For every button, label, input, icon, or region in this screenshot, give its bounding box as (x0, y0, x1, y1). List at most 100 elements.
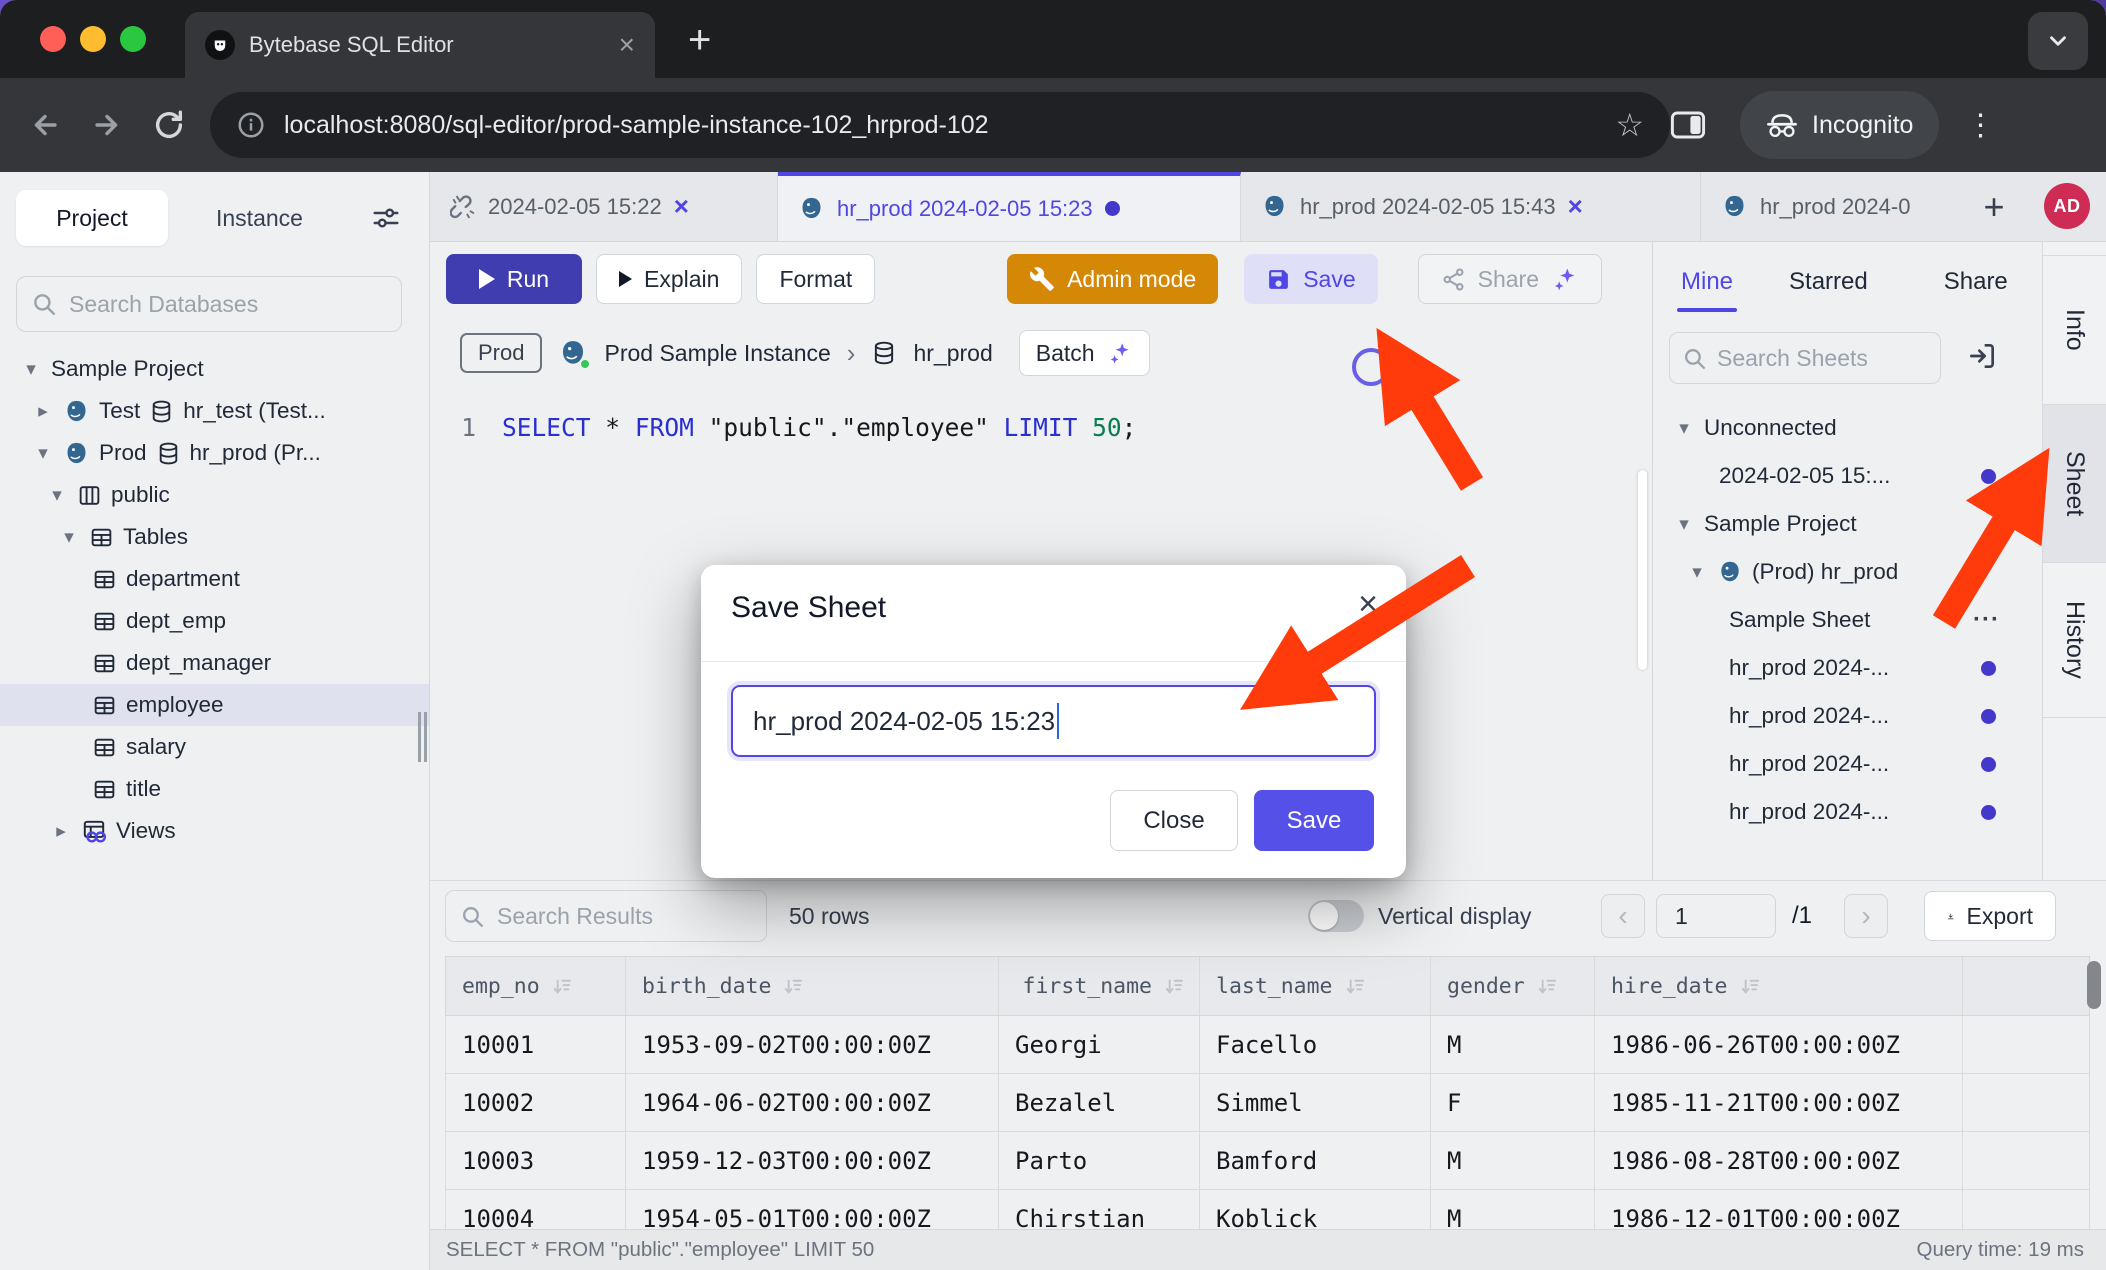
admin-mode-button[interactable]: Admin mode (1007, 254, 1218, 304)
import-sheet-icon[interactable] (1966, 340, 1998, 372)
ai-assistant-button[interactable] (1352, 348, 1390, 386)
sheet-item[interactable]: Sample Sheet ··· (1653, 596, 2042, 644)
tree-item-table-department[interactable]: department (0, 558, 429, 600)
tree-item-project[interactable]: ▾ Sample Project (0, 348, 429, 390)
dialog-close-icon[interactable]: × (1358, 587, 1378, 621)
browser-tab[interactable]: Bytebase SQL Editor × (185, 12, 655, 78)
prev-page-button[interactable]: ‹ (1601, 894, 1645, 938)
back-icon[interactable] (28, 108, 62, 142)
save-button[interactable]: Save (1244, 254, 1377, 304)
environment-badge[interactable]: Prod (460, 333, 542, 373)
tab-project[interactable]: Project (16, 190, 168, 246)
sheet-tab-4[interactable]: hr_prod 2024-0 (1701, 172, 1966, 241)
sheet-item[interactable]: hr_prod 2024-... (1653, 692, 2042, 740)
bookmark-star-icon[interactable]: ☆ (1615, 106, 1644, 144)
explain-button[interactable]: Explain (596, 254, 742, 304)
tree-item-table-dept-manager[interactable]: dept_manager (0, 642, 429, 684)
share-button[interactable]: Share (1418, 254, 1602, 304)
sort-icon[interactable] (1535, 975, 1558, 998)
browser-menu-icon[interactable]: ⋮ (1965, 108, 1995, 143)
run-button[interactable]: Run (446, 254, 582, 304)
close-window-button[interactable] (40, 26, 66, 52)
next-page-button[interactable]: › (1844, 894, 1888, 938)
site-info-icon[interactable] (236, 110, 266, 140)
format-button[interactable]: Format (756, 254, 875, 304)
sheet-connection[interactable]: ▾ (Prod) hr_prod (1653, 548, 2042, 596)
tree-item-hr-test[interactable]: ▸ Test hr_test (Test... (0, 390, 429, 432)
sheet-tab-3[interactable]: hr_prod 2024-02-05 15:43 × (1241, 172, 1701, 241)
caret-right-icon[interactable]: ▸ (32, 400, 54, 423)
dialog-close-button[interactable]: Close (1110, 790, 1238, 851)
tab-share[interactable]: Share (1944, 268, 2008, 296)
sheet-group-unconnected[interactable]: ▾ Unconnected (1653, 404, 2042, 452)
page-number-input[interactable]: 1 (1656, 894, 1776, 938)
caret-down-icon[interactable]: ▾ (20, 358, 42, 381)
sidebar-resize-handle[interactable] (418, 712, 428, 762)
filter-settings-icon[interactable] (371, 203, 401, 233)
sheet-group-project[interactable]: ▾ Sample Project (1653, 500, 2042, 548)
column-header[interactable]: last_name (1200, 957, 1431, 1015)
rail-tab-history[interactable]: History (2043, 563, 2106, 718)
sheet-item[interactable]: hr_prod 2024-... (1653, 644, 2042, 692)
database-name[interactable]: hr_prod (913, 340, 992, 367)
instance-name[interactable]: Prod Sample Instance (604, 340, 830, 367)
side-panel-icon[interactable] (1670, 110, 1706, 140)
column-header[interactable]: birth_date (626, 957, 999, 1015)
new-tab-button[interactable]: + (688, 20, 711, 60)
tree-item-views[interactable]: ▸ Views (0, 810, 429, 852)
column-header[interactable]: emp_no (446, 957, 626, 1015)
address-bar[interactable]: localhost:8080/sql-editor/prod-sample-in… (210, 92, 1670, 158)
column-header[interactable]: hire_date (1595, 957, 1963, 1015)
close-sheet-icon[interactable]: × (1568, 191, 1583, 222)
minimize-window-button[interactable] (80, 26, 106, 52)
reload-icon[interactable] (152, 108, 186, 142)
column-header[interactable]: first_name (999, 957, 1200, 1015)
sheet-tab-2-active[interactable]: hr_prod 2024-02-05 15:23 (778, 172, 1241, 241)
sort-icon[interactable] (1738, 975, 1761, 998)
tree-item-table-employee[interactable]: employee (0, 684, 429, 726)
tab-search-button[interactable] (2028, 12, 2088, 70)
sort-icon[interactable] (550, 975, 573, 998)
user-avatar[interactable]: AD (2044, 183, 2090, 229)
caret-down-icon[interactable]: ▾ (1673, 513, 1695, 536)
caret-down-icon[interactable]: ▾ (46, 484, 68, 507)
sheet-item[interactable]: hr_prod 2024-... (1653, 740, 2042, 788)
close-sheet-icon[interactable]: × (674, 191, 689, 222)
search-databases-input[interactable]: Search Databases (16, 276, 402, 332)
search-results-input[interactable]: Search Results (445, 890, 767, 942)
caret-down-icon[interactable]: ▾ (1673, 417, 1695, 440)
search-sheets-input[interactable]: Search Sheets (1669, 332, 1941, 384)
tree-item-hr-prod[interactable]: ▾ Prod hr_prod (Pr... (0, 432, 429, 474)
rail-tab-sheet[interactable]: Sheet (2043, 405, 2106, 563)
sort-icon[interactable] (781, 975, 804, 998)
sort-icon[interactable] (1343, 975, 1366, 998)
more-menu-icon[interactable]: ··· (1973, 606, 2000, 634)
vertical-display-toggle[interactable] (1308, 900, 1364, 932)
zoom-window-button[interactable] (120, 26, 146, 52)
panel-resize-handle[interactable] (1638, 470, 1647, 670)
caret-right-icon[interactable]: ▸ (50, 820, 72, 843)
batch-button[interactable]: Batch (1019, 330, 1150, 376)
tab-starred[interactable]: Starred (1789, 268, 1868, 296)
export-button[interactable]: Export (1924, 891, 2056, 941)
sheet-tab-1[interactable]: 2024-02-05 15:22 × (430, 172, 778, 241)
tab-mine[interactable]: Mine (1681, 268, 1733, 296)
forward-icon[interactable] (90, 108, 124, 142)
sheet-item[interactable]: 2024-02-05 15:... (1653, 452, 2042, 500)
dialog-save-button[interactable]: Save (1254, 790, 1374, 851)
tree-item-tables[interactable]: ▾ Tables (0, 516, 429, 558)
caret-down-icon[interactable]: ▾ (1686, 561, 1708, 584)
tree-item-table-salary[interactable]: salary (0, 726, 429, 768)
results-scrollbar[interactable] (2087, 961, 2101, 1009)
tree-item-table-title[interactable]: title (0, 768, 429, 810)
caret-down-icon[interactable]: ▾ (58, 526, 80, 549)
tab-instance[interactable]: Instance (216, 205, 303, 232)
column-header[interactable]: gender (1431, 957, 1595, 1015)
close-tab-icon[interactable]: × (619, 31, 635, 59)
sort-icon[interactable] (1162, 975, 1185, 998)
sheet-name-input[interactable]: hr_prod 2024-02-05 15:23 (731, 685, 1376, 757)
sheet-item[interactable]: hr_prod 2024-... (1653, 788, 2042, 836)
tree-item-table-dept-emp[interactable]: dept_emp (0, 600, 429, 642)
tree-item-schema-public[interactable]: ▾ public (0, 474, 429, 516)
new-sheet-button[interactable]: + (1966, 172, 2022, 241)
